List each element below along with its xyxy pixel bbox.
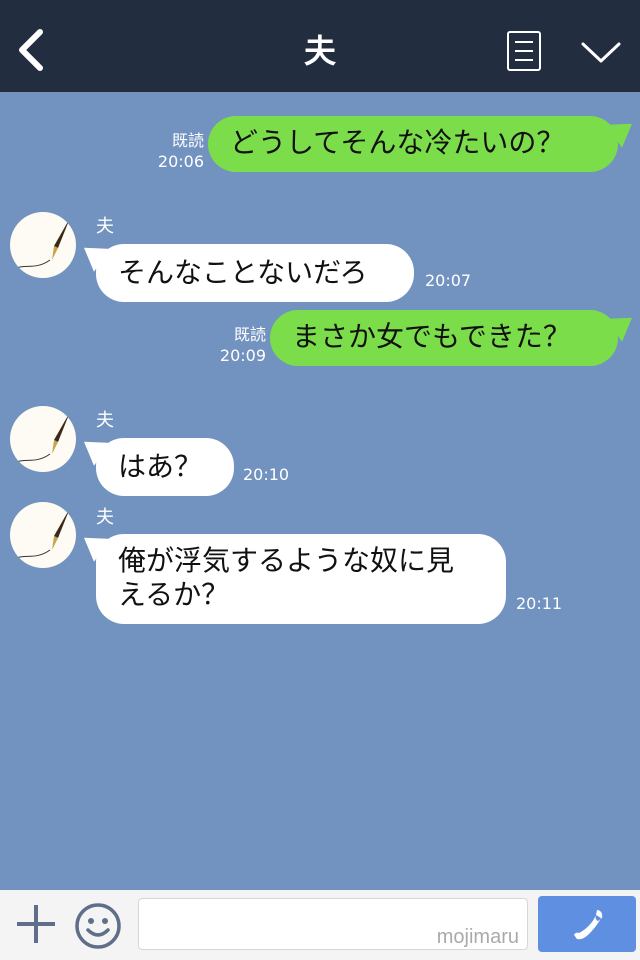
chat-title: 夫 <box>303 32 336 70</box>
message-bubble[interactable]: 俺が浮気するような奴に見 えるか？ <box>96 534 506 624</box>
message-line: 俺が浮気するような奴に見 <box>118 544 455 577</box>
smile-icon[interactable] <box>74 902 122 950</box>
avatar[interactable] <box>10 212 76 278</box>
read-receipt: 既読 <box>171 131 204 150</box>
plus-icon[interactable] <box>15 903 57 945</box>
chat-header: 夫 <box>0 0 640 92</box>
message-input[interactable] <box>138 898 528 950</box>
avatar[interactable] <box>10 502 76 568</box>
message-line: えるか？ <box>118 578 230 611</box>
message-bubble[interactable]: どうしてそんな冷たいの？ <box>208 116 618 172</box>
message-bubble[interactable]: そんなことないだろ <box>96 244 414 302</box>
message-time: 20:11 <box>516 594 563 613</box>
input-bar <box>0 890 640 960</box>
phone-icon <box>574 910 603 940</box>
call-button[interactable] <box>538 896 636 952</box>
message-time: 20:07 <box>425 271 472 290</box>
avatar[interactable] <box>10 406 76 472</box>
message-time: 20:06 <box>157 152 204 171</box>
sender-name: 夫 <box>96 410 114 431</box>
message-list[interactable]: 既読 20:06 どうしてそんな冷たいの？ 夫 そんなことないだろ 20:07 … <box>0 92 640 890</box>
list-icon[interactable] <box>507 31 541 71</box>
message-bubble[interactable]: はあ？ <box>96 438 234 496</box>
message-bubble[interactable]: まさか女でもできた？ <box>270 310 618 366</box>
sender-name: 夫 <box>96 216 114 237</box>
pen-icon <box>15 218 70 269</box>
sender-name: 夫 <box>96 507 114 528</box>
message-meta: 既読 20:06 <box>150 130 204 172</box>
pen-icon <box>15 412 70 463</box>
message-time: 20:09 <box>219 346 266 365</box>
read-receipt: 既読 <box>233 325 266 344</box>
pen-icon <box>15 508 70 559</box>
chevron-down-icon[interactable] <box>580 40 622 66</box>
message-meta: 既読 20:09 <box>212 324 266 366</box>
message-time: 20:10 <box>243 465 290 484</box>
